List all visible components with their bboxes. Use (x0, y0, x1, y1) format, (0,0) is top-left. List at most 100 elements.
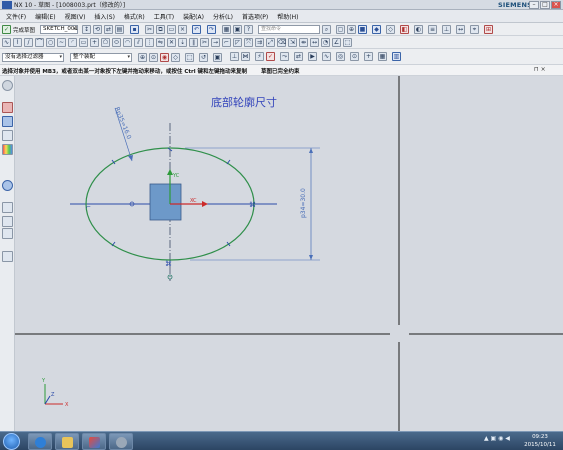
menu-assemblies[interactable]: 装配(A) (183, 12, 204, 21)
relations-browser-icon[interactable]: + (364, 52, 373, 61)
search-icon[interactable]: ⌕ (322, 25, 331, 34)
move-curve-icon[interactable]: ⤧ (244, 38, 253, 47)
continuous-autodim-icon[interactable]: ⊙ (350, 52, 359, 61)
sketch-view[interactable]: p34=30.0 Rp35=16.0 底部轮廓尺寸 YC XC ⌐ ⌘ ⌘ X (15, 76, 563, 431)
alternate-solution-icon[interactable]: ⇄ (294, 52, 303, 61)
profile-icon[interactable]: ∿ (2, 38, 11, 47)
create-inferred-icon[interactable]: ◎ (336, 52, 345, 61)
cut-icon[interactable]: ✂ (145, 25, 154, 34)
constraint-navigator-icon[interactable] (2, 130, 13, 141)
derived-line-icon[interactable]: ∥ (189, 38, 198, 47)
snap-endpoint-icon[interactable]: ⊕ (138, 53, 147, 62)
sketch-assistant-icon[interactable]: ▥ (392, 52, 401, 61)
settings-gear-icon[interactable] (2, 80, 13, 91)
delete-icon[interactable]: × (178, 25, 187, 34)
section-view-icon[interactable]: ◧ (400, 25, 409, 34)
menu-preferences[interactable]: 首选项(P) (242, 12, 268, 21)
linear-dimension-icon[interactable]: ↔ (310, 38, 319, 47)
selection-filter-dropdown[interactable]: 没有选择过滤器 (2, 53, 64, 62)
command-finder-icon[interactable]: ▦ (222, 25, 231, 34)
menu-file[interactable]: 文件(F) (6, 12, 26, 21)
sketch-options-icon[interactable]: ▤ (115, 25, 124, 34)
render-style-icon[interactable]: ◇ (386, 25, 395, 34)
assembly-scope-dropdown[interactable]: 整个装配 (70, 53, 132, 62)
layer-icon[interactable]: ≡ (428, 25, 437, 34)
help-toggle-icon[interactable]: ? (244, 25, 253, 34)
make-symmetric-icon[interactable]: ⋈ (241, 52, 250, 61)
spline-icon[interactable]: ~ (57, 38, 66, 47)
point-icon[interactable]: + (90, 38, 99, 47)
undo-icon[interactable]: ↶ (192, 25, 201, 34)
polygon-icon[interactable]: ⬠ (101, 38, 110, 47)
taskbar-app-nx[interactable] (82, 433, 106, 450)
close-button[interactable]: × (551, 1, 561, 9)
select-rect-icon[interactable]: ⬚ (185, 53, 194, 62)
palette-icon[interactable] (2, 144, 13, 155)
make-corner-icon[interactable]: ⌐ (222, 38, 231, 47)
sketch-name-dropdown[interactable]: SKETCH_001 (40, 25, 78, 34)
circle-icon[interactable]: ○ (46, 38, 55, 47)
conic-icon[interactable]: ◠ (123, 38, 132, 47)
measure-icon[interactable]: ↔ (456, 25, 465, 34)
show-constraints-icon[interactable]: ✓ (266, 52, 275, 61)
auto-constrain-icon[interactable]: ⚡ (255, 52, 264, 61)
history-icon[interactable] (2, 202, 13, 213)
window-icon[interactable]: ▣ (233, 25, 242, 34)
snap-midpoint-icon[interactable]: ⊙ (149, 53, 158, 62)
select-all-icon[interactable]: ▣ (213, 53, 222, 62)
delete-curve-icon[interactable]: ⌫ (277, 38, 286, 47)
quick-trim-icon[interactable]: ✂ (200, 38, 209, 47)
scale-icon[interactable]: ⇲ (288, 38, 297, 47)
menu-help[interactable]: 帮助(H) (277, 12, 298, 21)
rectangle-icon[interactable]: ▭ (79, 38, 88, 47)
view-shaded-icon[interactable]: ■ (358, 25, 367, 34)
resize-curve-icon[interactable]: ⤢ (266, 38, 275, 47)
menu-insert[interactable]: 插入(S) (94, 12, 115, 21)
radial-dimension-icon[interactable]: ◔ (321, 38, 330, 47)
chamfer-icon[interactable]: ◸ (233, 38, 242, 47)
menu-analysis[interactable]: 分析(L) (213, 12, 233, 21)
mirror-curve-icon[interactable]: ⇋ (156, 38, 165, 47)
graphics-window[interactable]: p34=30.0 Rp35=16.0 底部轮廓尺寸 YC XC ⌐ ⌘ ⌘ X (15, 76, 563, 431)
system-materials-icon[interactable] (2, 216, 13, 227)
view-zoom-icon[interactable]: ⊕ (347, 25, 356, 34)
intersection-icon[interactable]: ✕ (167, 38, 176, 47)
taskbar-app-sogou[interactable] (28, 433, 52, 450)
save-icon[interactable]: ▪ (130, 25, 139, 34)
clock[interactable]: 09:23 2015/10/11 (520, 433, 560, 449)
offset-move-icon[interactable]: ⇉ (255, 38, 264, 47)
menu-format[interactable]: 格式(R) (124, 12, 145, 21)
search-command-input[interactable]: 查找命令 (258, 25, 320, 34)
quick-extend-icon[interactable]: → (211, 38, 220, 47)
process-studio-icon[interactable] (2, 228, 13, 239)
paste-icon[interactable]: ▭ (167, 25, 176, 34)
fillet-icon[interactable]: ◜ (68, 38, 77, 47)
taskbar-app-other[interactable] (109, 433, 133, 450)
finish-sketch-icon[interactable]: ✓ (2, 25, 11, 34)
orient-to-sketch-icon[interactable]: ↕ (82, 25, 91, 34)
finish-sketch-label[interactable]: 完成草图 (13, 26, 35, 34)
system-tray[interactable]: ▲ ▣ ◉ ◀ (484, 435, 510, 442)
animate-dimension-icon[interactable]: ▶ (308, 52, 317, 61)
sketch-evaluate-icon[interactable]: ▦ (378, 52, 387, 61)
filter-reset-icon[interactable]: ↺ (199, 53, 208, 62)
polyline-icon[interactable]: ⌇ (13, 38, 22, 47)
inferred-constraints-icon[interactable]: ∿ (322, 52, 331, 61)
start-button[interactable] (3, 433, 20, 450)
menu-view[interactable]: 视图(V) (65, 12, 86, 21)
view-fit-icon[interactable]: ▢ (336, 25, 345, 34)
pin-icon[interactable]: ⊓ × (534, 66, 546, 73)
convert-reference-icon[interactable]: ⤳ (280, 52, 289, 61)
web-browser-icon[interactable] (2, 180, 13, 191)
offset-curve-icon[interactable]: ⫽ (134, 38, 143, 47)
project-curve-icon[interactable]: ⇣ (178, 38, 187, 47)
taskbar-app-explorer[interactable] (55, 433, 79, 450)
perimeter-dimension-icon[interactable]: ⬚ (343, 38, 352, 47)
assembly-navigator-icon[interactable] (2, 116, 13, 127)
update-model-icon[interactable]: ⇄ (104, 25, 113, 34)
part-navigator-icon[interactable] (2, 102, 13, 113)
copy-icon[interactable]: ⧉ (156, 25, 165, 34)
snap-center-icon[interactable]: ◉ (160, 53, 169, 62)
rapid-dimension-icon[interactable]: ⇹ (299, 38, 308, 47)
wcs-icon[interactable]: ⊥ (442, 25, 451, 34)
